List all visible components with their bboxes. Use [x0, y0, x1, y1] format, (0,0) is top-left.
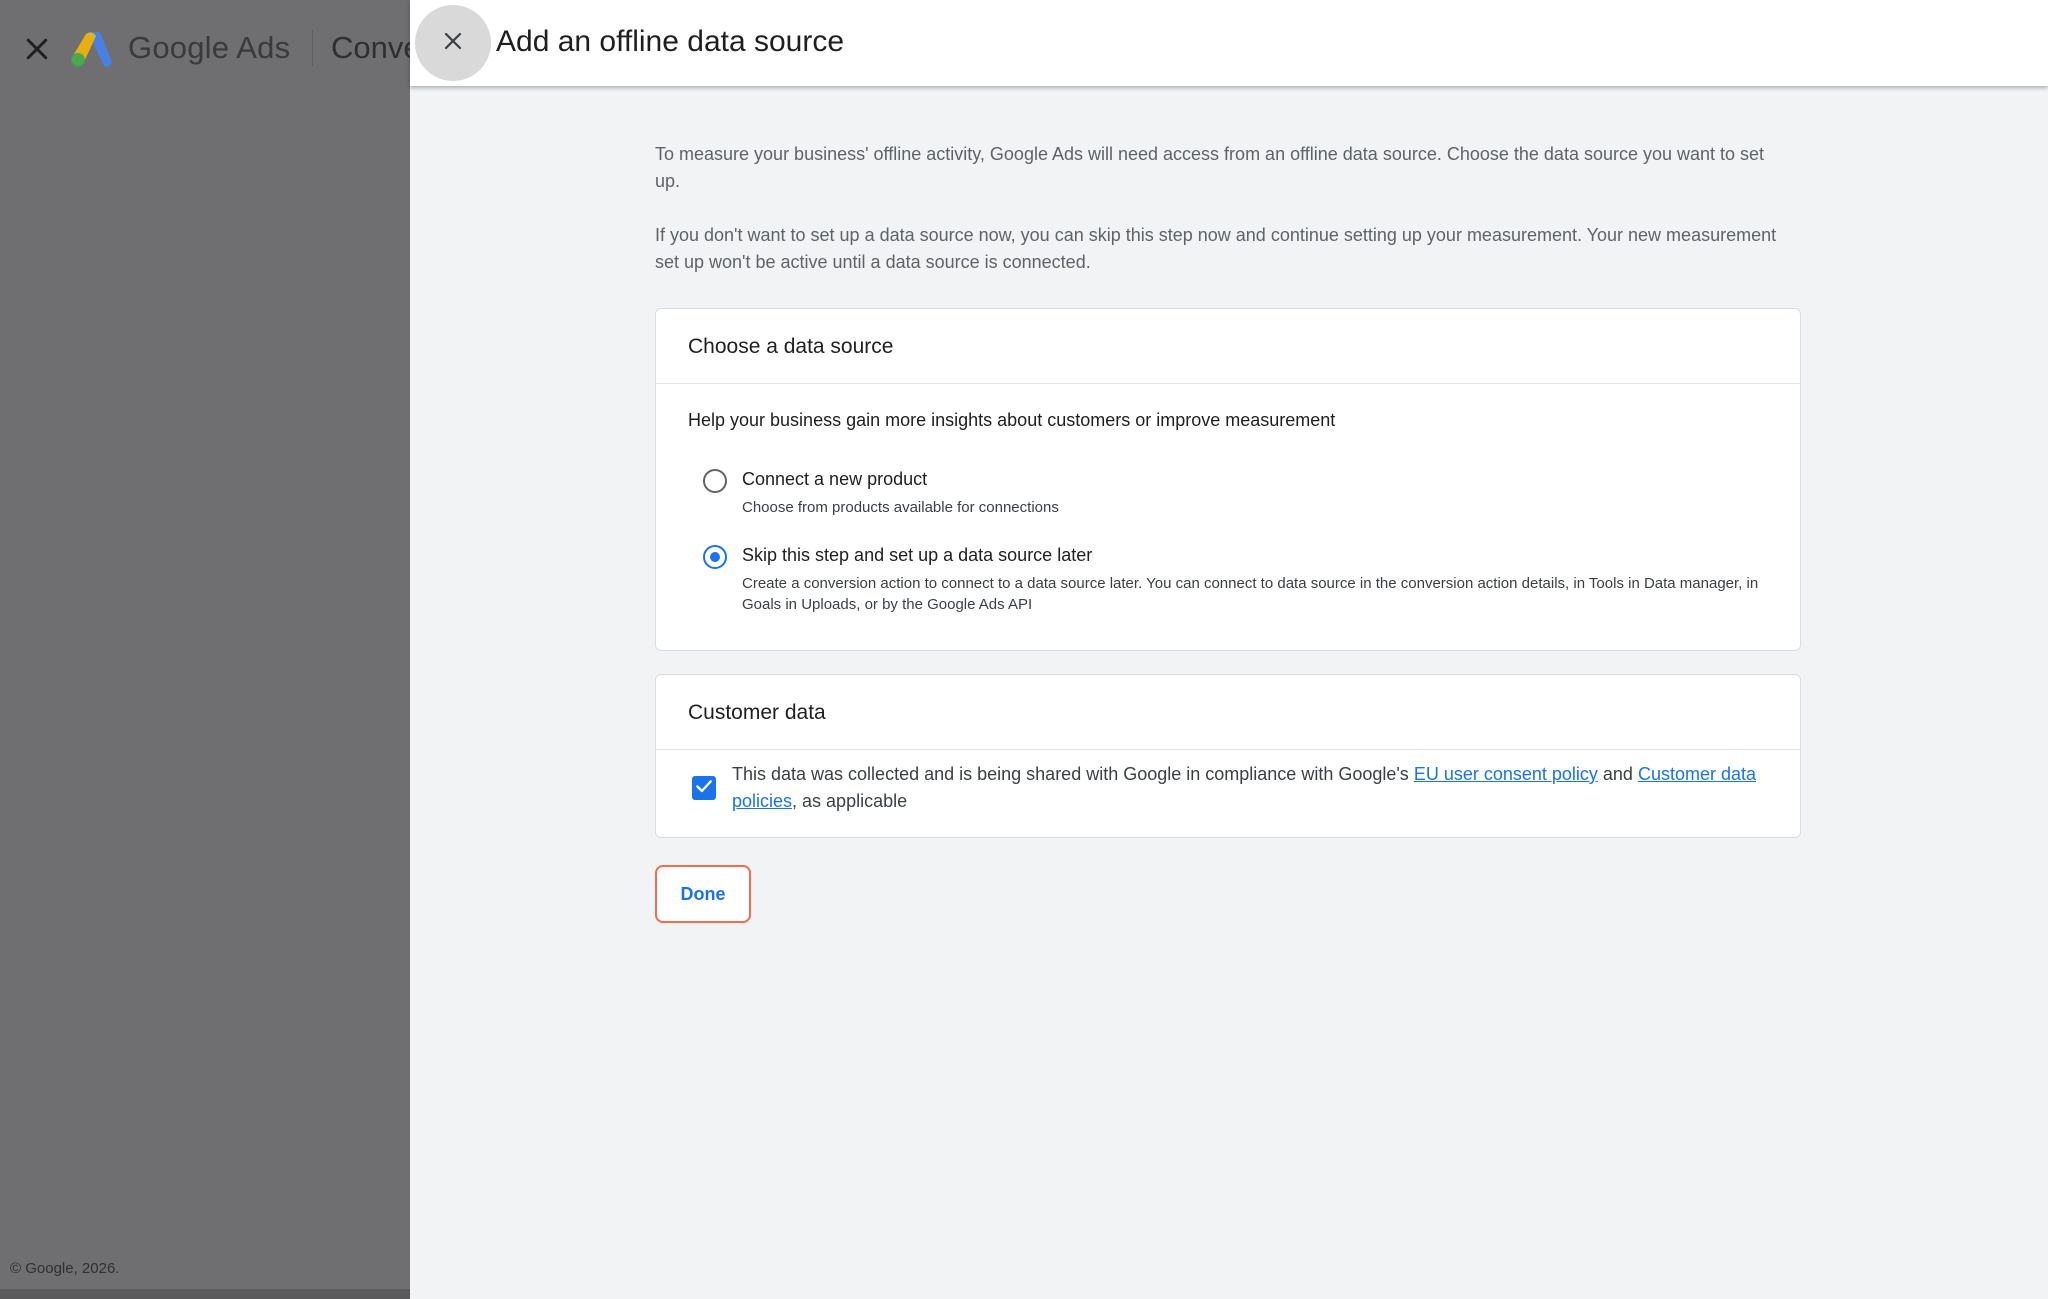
consent-checkbox[interactable] [692, 776, 716, 800]
bottom-strip [0, 1289, 410, 1299]
close-icon[interactable] [22, 34, 52, 64]
card-title: Customer data [688, 701, 826, 724]
consent-prefix: This data was collected and is being sha… [732, 764, 1414, 784]
copyright-footer: © Google, 2026. [10, 1260, 120, 1277]
radio-connect-new-product[interactable] [703, 469, 727, 493]
customer-data-card: Customer data This data was collected an… [655, 674, 1801, 838]
card-divider [656, 383, 1800, 384]
intro-paragraph-1: To measure your business' offline activi… [655, 144, 1765, 191]
option-description-skip: Create a conversion action to connect to… [742, 575, 1759, 613]
offline-data-source-panel: Add an offline data source To measure yo… [410, 0, 2048, 1299]
consent-text: This data was collected and is being sha… [732, 761, 1772, 815]
brand-name: Google Ads [128, 30, 291, 65]
option-label-skip[interactable]: Skip this step and set up a data source … [742, 543, 1092, 567]
option-label-connect[interactable]: Connect a new product [742, 467, 927, 491]
close-panel-button[interactable] [415, 5, 491, 81]
card-divider [656, 749, 1800, 750]
card-subheading: Help your business gain more insights ab… [688, 410, 1336, 430]
close-icon [441, 29, 465, 58]
consent-suffix: , as applicable [792, 791, 908, 811]
panel-header: Add an offline data source [410, 0, 2048, 86]
consent-middle: and [1597, 764, 1638, 784]
intro-paragraph-2: If you don't want to set up a data sourc… [655, 225, 1777, 272]
card-title: Choose a data source [688, 335, 894, 358]
google-ads-logo-icon [68, 28, 114, 68]
section-title: Conve [331, 30, 421, 65]
eu-user-consent-policy-link[interactable]: EU user consent policy [1414, 764, 1598, 784]
choose-data-source-card: Choose a data source Help your business … [655, 308, 1801, 651]
radio-skip-step[interactable] [703, 545, 727, 569]
background-app: Google Ads Conve © Google, 2026. [0, 0, 421, 1299]
panel-title: Add an offline data source [496, 25, 845, 58]
header-divider [312, 30, 313, 66]
done-button[interactable]: Done [655, 865, 751, 923]
check-icon [694, 776, 714, 801]
option-description-connect: Choose from products available for conne… [742, 499, 1059, 516]
